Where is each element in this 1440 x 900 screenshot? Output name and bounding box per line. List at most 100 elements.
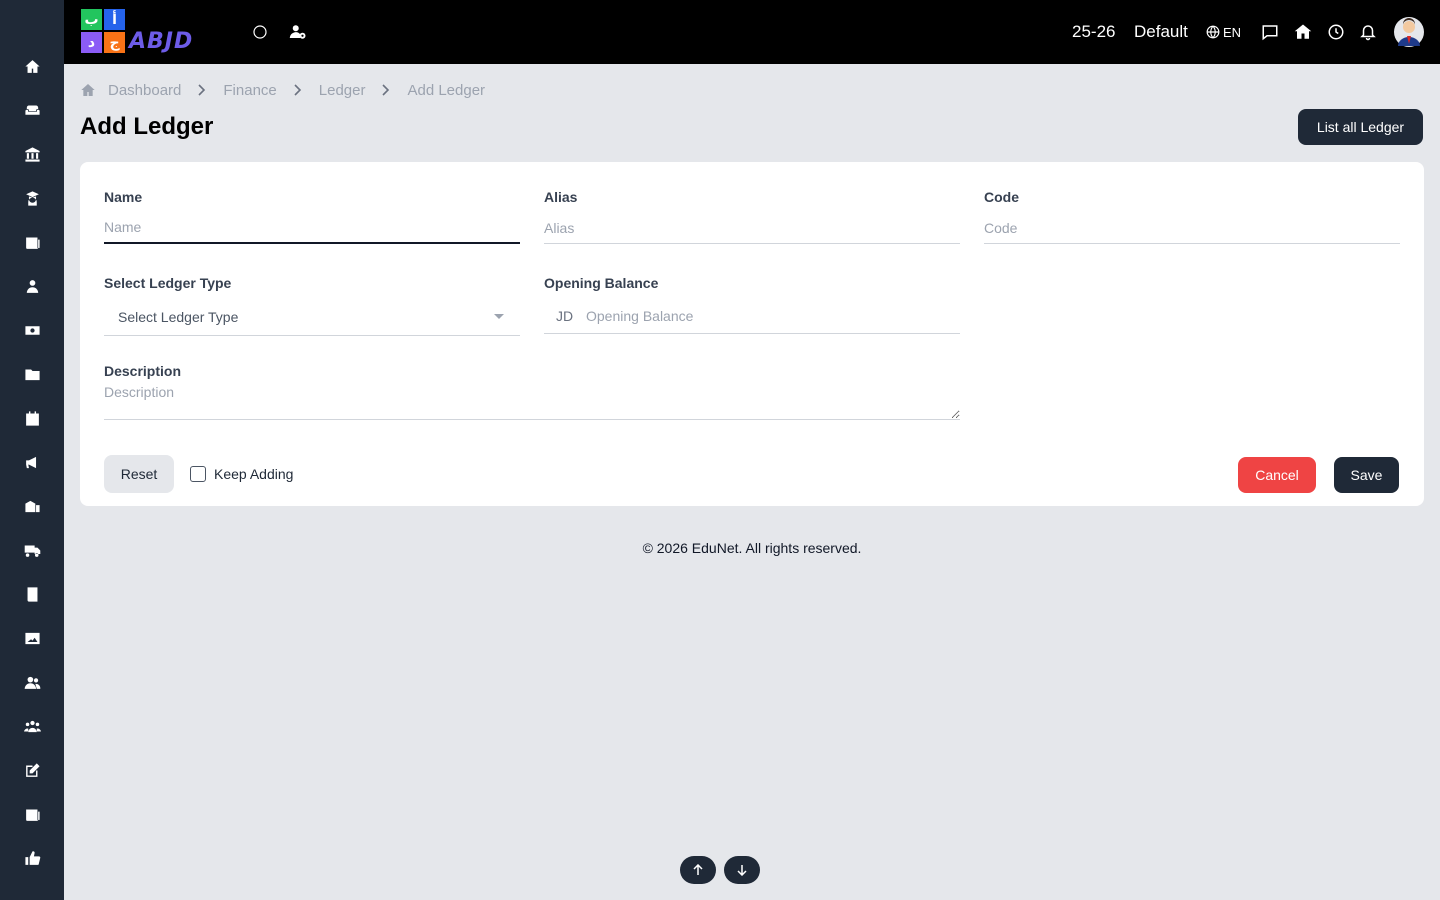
sidebar-item-announcements[interactable] (0, 440, 64, 484)
megaphone-icon (25, 456, 36, 468)
currency-prefix: JD (556, 307, 574, 324)
sidebar-item-calendar[interactable] (0, 396, 64, 440)
messages-button[interactable] (1258, 20, 1282, 44)
chat-icon (1262, 25, 1278, 41)
opening-balance-field: JD (544, 298, 960, 334)
sidebar-item-groups[interactable] (0, 704, 64, 748)
footer-copyright: © 2026 EduNet. All rights reserved. (642, 540, 862, 556)
reset-button[interactable]: Reset (104, 455, 174, 493)
avatar-icon (1394, 17, 1424, 47)
logo-tile-3: د (81, 32, 102, 53)
ledger-form-card: Name Alias Code Select Ledger Type Selec… (80, 162, 1424, 506)
arrow-up-icon (693, 864, 703, 875)
sidebar-item-transport[interactable] (0, 528, 64, 572)
image-icon (24, 632, 40, 644)
alias-input[interactable] (544, 212, 960, 244)
user-gear-icon (289, 25, 306, 39)
chevron-right-icon (293, 84, 303, 96)
description-label: Description (104, 363, 182, 379)
cancel-button[interactable]: Cancel (1238, 457, 1316, 493)
breadcrumb-ledger[interactable]: Ledger (319, 82, 366, 99)
sidebar-item-home[interactable] (0, 44, 64, 88)
name-label: Name (104, 189, 143, 205)
breadcrumb: Dashboard Finance Ledger Add Ledger (80, 80, 485, 100)
keep-adding-label: Keep Adding (214, 466, 294, 482)
sidebar-item-sofa[interactable] (0, 88, 64, 132)
opening-balance-label: Opening Balance (544, 275, 659, 291)
sidebar-item-user[interactable] (0, 264, 64, 308)
save-button[interactable]: Save (1334, 457, 1399, 493)
sidebar-item-files[interactable] (0, 352, 64, 396)
logo-tile-4: ج (104, 32, 125, 53)
breadcrumb-finance[interactable]: Finance (223, 82, 276, 99)
bank-icon (24, 146, 40, 162)
opening-balance-input[interactable] (586, 307, 946, 324)
code-label: Code (984, 189, 1019, 205)
calendar-icon (25, 410, 39, 426)
money-icon (24, 325, 40, 335)
scroll-down-button[interactable] (724, 856, 760, 884)
scroll-up-button[interactable] (680, 856, 716, 884)
logo-text: ABJD (129, 29, 194, 54)
circle-icon (253, 25, 267, 39)
list-all-ledger-button[interactable]: List all Ledger (1298, 109, 1423, 145)
name-input[interactable] (104, 212, 520, 244)
school-home-button[interactable] (1291, 20, 1315, 44)
code-input[interactable] (984, 212, 1400, 244)
sidebar-item-graduate[interactable] (0, 176, 64, 220)
list-icon (25, 809, 40, 821)
loading-indicator[interactable] (248, 20, 272, 44)
chevron-right-icon (197, 84, 207, 96)
app-logo[interactable]: ب أ د ج ABJD (81, 9, 223, 55)
keep-adding-checkbox[interactable] (190, 466, 206, 482)
sofa-icon (24, 105, 40, 115)
profile-selector[interactable]: Default (1134, 21, 1188, 43)
avatar[interactable] (1394, 16, 1424, 48)
alias-label: Alias (544, 189, 578, 205)
truck-icon (24, 545, 40, 557)
sidebar-item-school[interactable] (0, 484, 64, 528)
school-home-icon (1294, 24, 1312, 39)
breadcrumb-dashboard[interactable]: Dashboard (108, 82, 181, 99)
sidebar (0, 0, 64, 900)
user-icon (26, 279, 38, 293)
home-icon[interactable] (80, 82, 96, 98)
ledger-type-label: Select Ledger Type (104, 275, 232, 291)
ledger-type-select[interactable]: Select Ledger Type (104, 298, 520, 336)
folder-icon (24, 369, 40, 380)
sidebar-item-users[interactable] (0, 660, 64, 704)
logo-tile-1: ب (81, 9, 102, 30)
sidebar-item-list[interactable] (0, 792, 64, 836)
sidebar-item-feedback[interactable] (0, 836, 64, 880)
keep-adding-toggle[interactable]: Keep Adding (190, 466, 293, 482)
session-year[interactable]: 25-26 (1072, 21, 1115, 43)
description-textarea[interactable] (104, 384, 960, 420)
sidebar-item-edit[interactable] (0, 748, 64, 792)
arrow-down-icon (737, 865, 747, 876)
bell-icon (1360, 25, 1376, 41)
home-icon (24, 59, 40, 73)
edit-icon (25, 762, 40, 777)
newspaper-icon (25, 237, 40, 249)
user-settings-button[interactable] (286, 20, 310, 44)
sidebar-item-finance[interactable] (0, 308, 64, 352)
group-icon (23, 720, 41, 732)
history-button[interactable] (1324, 20, 1348, 44)
sidebar-item-library[interactable] (0, 572, 64, 616)
globe-icon (1206, 25, 1220, 39)
users-icon (24, 676, 40, 689)
breadcrumb-current: Add Ledger (407, 81, 486, 99)
page-title: Add Ledger (80, 113, 214, 140)
school-icon (24, 500, 40, 512)
sidebar-item-bank[interactable] (0, 132, 64, 176)
chevron-right-icon (381, 84, 391, 96)
ledger-type-value: Select Ledger Type (118, 308, 239, 325)
top-navbar: ب أ د ج ABJD 25-26 Default EN (64, 0, 1440, 64)
sidebar-item-gallery[interactable] (0, 616, 64, 660)
thumbs-up-icon (24, 850, 40, 865)
graduate-icon (25, 190, 39, 206)
notifications-button[interactable] (1356, 20, 1380, 44)
language-selector[interactable]: EN (1206, 22, 1241, 42)
sidebar-item-news[interactable] (0, 220, 64, 264)
logo-tile-2: أ (104, 9, 125, 30)
